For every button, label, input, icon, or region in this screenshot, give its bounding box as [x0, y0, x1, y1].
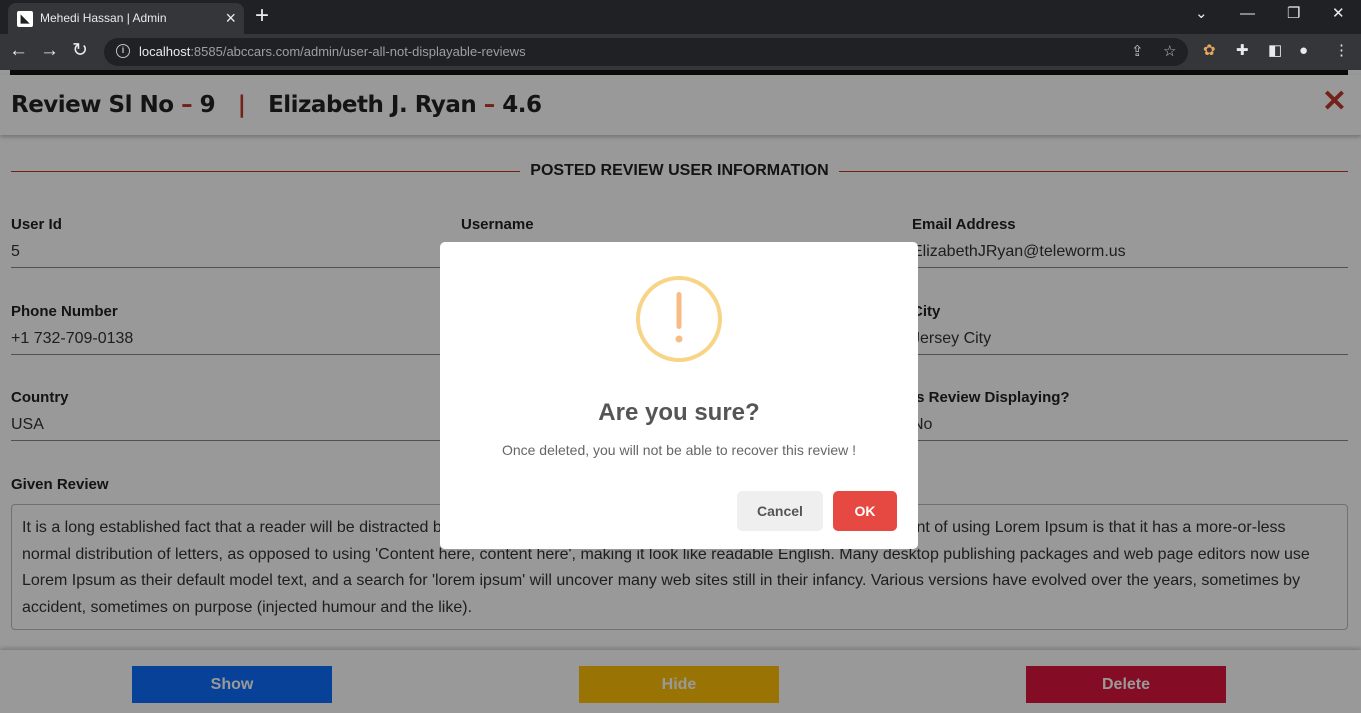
back-arrow-icon[interactable]: ← — [9, 39, 28, 63]
bookmark-star-icon[interactable]: ☆ — [1163, 42, 1176, 60]
browser-toolbar: ← → ↻ i localhost:8585/abccars.com/admin… — [0, 34, 1361, 70]
extension-cookie-icon[interactable]: ✿ — [1203, 42, 1216, 60]
ok-button[interactable]: OK — [833, 491, 897, 531]
reload-icon[interactable]: ↻ — [72, 39, 88, 63]
close-window-icon[interactable]: ✕ — [1332, 5, 1345, 23]
new-tab-button[interactable]: + — [255, 4, 269, 28]
forward-arrow-icon[interactable]: → — [40, 39, 59, 63]
dialog-title: Are you sure? — [598, 399, 760, 426]
tab-title: Mehedi Hassan | Admin — [40, 11, 167, 25]
url-text: localhost:8585/abccars.com/admin/user-al… — [139, 44, 526, 59]
browser-tab-strip: ◣ Mehedi Hassan | Admin × + ⌄ — ❐ ✕ — [0, 0, 1361, 34]
tab-close-icon[interactable]: × — [225, 8, 236, 28]
confirm-dialog: Are you sure? Once deleted, you will not… — [440, 242, 918, 549]
dialog-message: Once deleted, you will not be able to re… — [501, 442, 857, 458]
site-info-icon[interactable]: i — [116, 44, 130, 58]
profile-avatar-icon[interactable]: ● — [1299, 42, 1308, 60]
extensions-puzzle-icon[interactable]: ✚ — [1236, 42, 1249, 60]
share-icon[interactable]: ⇪ — [1131, 42, 1144, 60]
address-bar[interactable]: i localhost:8585/abccars.com/admin/user-… — [104, 38, 1188, 66]
cancel-button[interactable]: Cancel — [737, 491, 823, 531]
browser-tab[interactable]: ◣ Mehedi Hassan | Admin × — [8, 3, 244, 34]
side-panel-icon[interactable]: ◧ — [1268, 42, 1282, 60]
browser-menu-icon[interactable]: ⋮ — [1334, 42, 1349, 60]
site-favicon-icon: ◣ — [17, 11, 33, 27]
warning-icon — [636, 276, 722, 362]
minimize-icon[interactable]: — — [1240, 5, 1255, 23]
restore-icon[interactable]: ❐ — [1287, 5, 1300, 23]
tab-search-chevron-icon[interactable]: ⌄ — [1195, 5, 1208, 23]
